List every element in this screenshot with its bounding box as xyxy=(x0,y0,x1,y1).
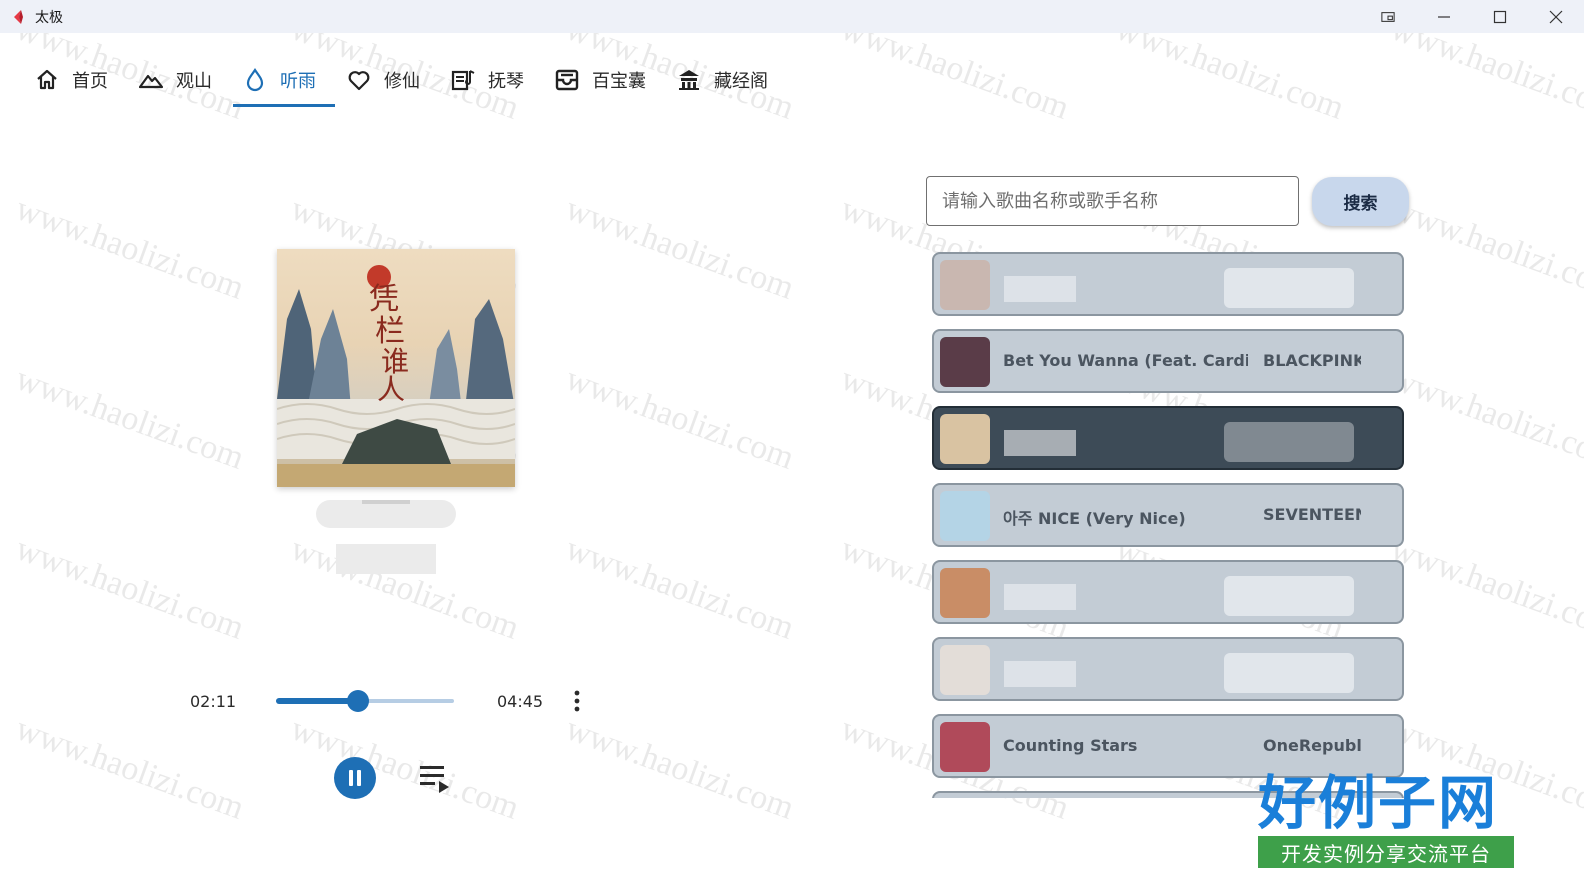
tab-lyrics[interactable]: 抚琴 xyxy=(441,52,543,108)
tab-lyrics-label: 抚琴 xyxy=(488,71,524,92)
title-bar: 太极 xyxy=(0,0,1584,33)
blurred-song-artist xyxy=(1224,576,1354,616)
pause-button[interactable] xyxy=(334,757,376,799)
mountain-icon xyxy=(138,67,164,93)
song-thumbnail xyxy=(940,491,990,541)
watermark-text: www.haolizi.com xyxy=(11,190,249,307)
song-artist: BLACKPINK xyxy=(1263,351,1361,370)
svg-text:凭: 凭 xyxy=(369,282,399,317)
maximize-icon xyxy=(1493,10,1507,23)
song-thumbnail xyxy=(940,414,990,464)
progress-thumb[interactable] xyxy=(346,690,369,712)
song-thumbnail xyxy=(940,722,990,772)
watermark-text: www.haolizi.com xyxy=(1386,360,1584,477)
main-nav: 首页 观山 听雨 修仙 抚琴 百宝囊 藏经阁 xyxy=(25,52,789,108)
tab-cultivation-label: 修仙 xyxy=(384,71,420,92)
song-item[interactable] xyxy=(932,560,1404,624)
blurred-song-title xyxy=(1004,430,1076,456)
watermark-text: www.haolizi.com xyxy=(561,360,799,477)
maximize-button[interactable] xyxy=(1472,0,1528,33)
tab-mountain[interactable]: 观山 xyxy=(129,52,231,108)
watermark-text: www.haolizi.com xyxy=(561,710,799,827)
blurred-song-artist xyxy=(1224,422,1354,462)
song-item[interactable]: 아주 NICE (Very Nice) SEVENTEEN xyxy=(932,483,1404,547)
tab-home[interactable]: 首页 xyxy=(25,52,127,108)
watermark-text: www.haolizi.com xyxy=(286,710,524,827)
minimize-button[interactable] xyxy=(1416,0,1472,33)
compact-overlay-icon xyxy=(1381,11,1395,22)
now-playing-caption xyxy=(296,496,456,578)
tab-home-label: 首页 xyxy=(72,71,108,92)
tab-treasure-label: 百宝囊 xyxy=(592,71,646,92)
album-cover: 凭 栏 谁 人 xyxy=(277,249,515,487)
blurred-song-artist xyxy=(1224,653,1354,693)
tab-treasure[interactable]: 百宝囊 xyxy=(545,52,665,108)
watermark-text: www.haolizi.com xyxy=(1386,530,1584,647)
song-title: Bet You Wanna (Feat. Cardi B xyxy=(1003,351,1248,370)
blurred-song-title xyxy=(1004,584,1076,610)
svg-text:栏: 栏 xyxy=(375,314,405,349)
watermark-text: www.haolizi.com xyxy=(11,530,249,647)
playlist-play-icon xyxy=(420,766,449,793)
temple-icon xyxy=(676,67,702,93)
pause-icon xyxy=(349,770,361,786)
song-thumbnail xyxy=(940,645,990,695)
watermark-text: www.haolizi.com xyxy=(561,530,799,647)
tab-library[interactable]: 藏经阁 xyxy=(667,52,787,108)
blurred-song-title xyxy=(1004,661,1076,687)
song-thumbnail xyxy=(940,260,990,310)
song-title: 아주 NICE (Very Nice) xyxy=(1003,509,1186,528)
heart-icon xyxy=(346,67,372,93)
watermark-text: www.haolizi.com xyxy=(561,190,799,307)
brand-sub-text: 开发实例分享交流平台 xyxy=(1258,836,1514,868)
home-icon xyxy=(34,67,60,93)
watermark-text: www.haolizi.com xyxy=(1386,190,1584,307)
total-time: 04:45 xyxy=(497,692,544,711)
song-item[interactable] xyxy=(932,406,1404,470)
tab-library-label: 藏经阁 xyxy=(714,71,768,92)
inbox-icon xyxy=(554,67,580,93)
tab-mountain-label: 观山 xyxy=(176,71,212,92)
song-title: Counting Stars xyxy=(1003,736,1138,755)
close-icon xyxy=(1549,10,1563,23)
song-artist: OneRepubli xyxy=(1263,736,1361,755)
watermark-text: www.haolizi.com xyxy=(11,710,249,827)
watermark-text: www.haolizi.com xyxy=(11,360,249,477)
blurred-song-title xyxy=(1004,276,1076,302)
tab-rain-label: 听雨 xyxy=(280,71,316,92)
song-thumbnail xyxy=(940,337,990,387)
tab-cultivation[interactable]: 修仙 xyxy=(337,52,439,108)
close-button[interactable] xyxy=(1528,0,1584,33)
more-vertical-icon xyxy=(574,690,580,712)
tab-rain[interactable]: 听雨 xyxy=(233,52,335,108)
compact-overlay-button[interactable] xyxy=(1360,0,1416,33)
more-options-button[interactable] xyxy=(566,689,588,713)
progress-slider[interactable] xyxy=(276,690,454,712)
search-button[interactable]: 搜索 xyxy=(1312,177,1409,226)
blurred-song-artist xyxy=(1224,268,1354,308)
song-list[interactable]: Bet You Wanna (Feat. Cardi B BLACKPINK 아주 … xyxy=(932,252,1404,798)
song-thumbnail xyxy=(940,568,990,618)
water-drop-icon xyxy=(242,67,268,93)
song-item[interactable]: Bet You Wanna (Feat. Cardi B BLACKPINK xyxy=(932,329,1404,393)
brand-watermark: 好例子网 开发实例分享交流平台 xyxy=(1258,770,1516,868)
song-item[interactable] xyxy=(932,637,1404,701)
playlist-button[interactable] xyxy=(418,762,452,794)
album-art-illustration: 凭 栏 谁 人 xyxy=(277,265,515,487)
song-item[interactable] xyxy=(932,252,1404,316)
app-logo-icon xyxy=(14,9,23,24)
song-artist: SEVENTEEN xyxy=(1263,505,1361,524)
progress-fill xyxy=(276,698,358,704)
minimize-icon xyxy=(1438,15,1450,18)
window-title: 太极 xyxy=(35,9,63,26)
lyrics-icon xyxy=(450,67,476,93)
current-time: 02:11 xyxy=(190,692,237,711)
window-controls xyxy=(1360,0,1584,33)
svg-text:人: 人 xyxy=(377,373,405,406)
brand-main-text: 好例子网 xyxy=(1258,769,1499,837)
search-input[interactable] xyxy=(926,176,1299,226)
